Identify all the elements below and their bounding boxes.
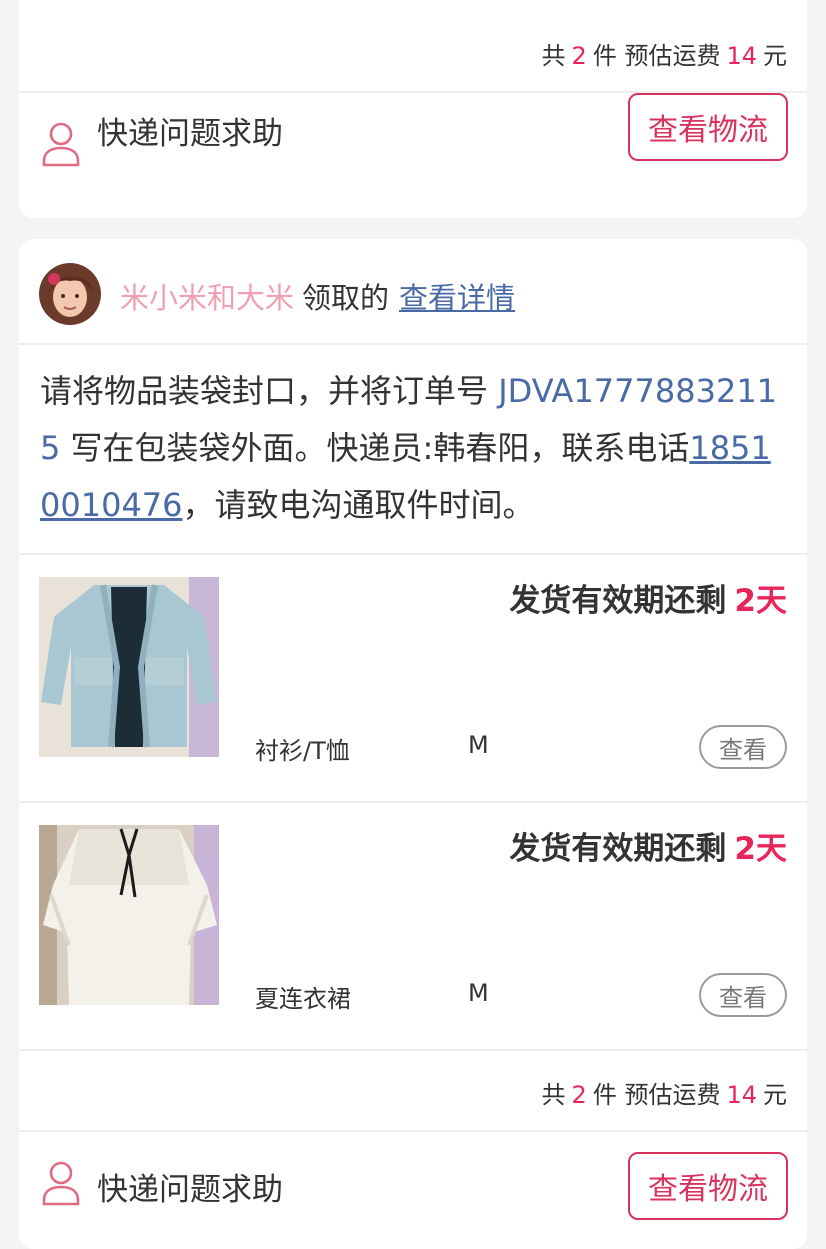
item-size: M (468, 731, 489, 759)
item-category: 衬衫/T恤 (255, 737, 350, 765)
summary-prefix: 共 (541, 42, 566, 70)
order-summary: 共2件 预估运费 14 元 (542, 36, 787, 71)
view-logistics-button[interactable]: 查看物流 (628, 93, 788, 161)
item-thumbnail[interactable] (39, 577, 219, 757)
summary-unit: 件 预估运费 (592, 42, 721, 70)
courier-help-row: 快递问题求助 查看物流 (19, 93, 807, 218)
deadline-label: 发货有效期还剩 (509, 831, 727, 867)
order-item: 发货有效期还剩 2天 夏连衣裙 M 查看 (19, 803, 807, 1049)
previous-order-card: 共2件 预估运费 14 元 快递问题求助 查看物流 (19, 0, 807, 218)
currency: 元 (763, 1081, 787, 1109)
avatar-icon (39, 263, 101, 325)
user-outline-icon (42, 122, 80, 167)
item-size: M (468, 979, 489, 1007)
order-item: 发货有效期还剩 2天 衬衫/T恤 M 查看 (19, 555, 807, 801)
view-item-button[interactable]: 查看 (699, 725, 787, 769)
shipping-fee: 14 (726, 1081, 757, 1109)
instruction-text: 写在包装袋外面。快递员:韩春阳，联系电话 (60, 429, 690, 467)
claimer-info: 米小米和大米 领取的 查看详情 (120, 275, 515, 317)
shipping-deadline: 发货有效期还剩 2天 (509, 575, 787, 620)
shipping-deadline: 发货有效期还剩 2天 (509, 823, 787, 868)
deadline-label: 发货有效期还剩 (509, 583, 727, 619)
cardigan-photo (39, 577, 219, 757)
divider (19, 343, 807, 345)
divider (19, 1049, 807, 1051)
shipping-fee: 14 (726, 42, 757, 70)
claimer-name: 米小米和大米 (120, 281, 295, 315)
summary-prefix: 共 (541, 1081, 566, 1109)
user-outline-icon (42, 1161, 80, 1206)
courier-help-link[interactable]: 快递问题求助 (97, 1164, 283, 1209)
order-card: 米小米和大米 领取的 查看详情 请将物品装袋封口，并将订单号 JDVA1777883… (19, 239, 807, 1249)
summary-unit: 件 预估运费 (592, 1081, 721, 1109)
view-logistics-button[interactable]: 查看物流 (628, 1152, 788, 1220)
courier-help-row: 快递问题求助 查看物流 (19, 1132, 807, 1249)
instruction-text: 请将物品装袋封口，并将订单号 (40, 372, 499, 410)
item-thumbnail[interactable] (39, 825, 219, 1005)
courier-help-link[interactable]: 快递问题求助 (97, 108, 283, 153)
claimer-row: 米小米和大米 领取的 查看详情 (19, 239, 807, 343)
dress-photo (39, 825, 219, 1005)
view-details-link[interactable]: 查看详情 (399, 281, 515, 315)
instruction-text: ，请致电沟通取件时间。 (182, 486, 535, 524)
days-remaining: 2天 (734, 583, 787, 619)
item-count: 2 (571, 42, 587, 70)
item-count: 2 (571, 1081, 587, 1109)
order-summary: 共2件 预估运费 14 元 (542, 1075, 787, 1110)
days-remaining: 2天 (734, 831, 787, 867)
item-category: 夏连衣裙 (255, 985, 351, 1013)
packing-instructions: 请将物品装袋封口，并将订单号 JDVA17778832115 写在包装袋外面。快… (40, 363, 790, 534)
currency: 元 (763, 42, 787, 70)
avatar[interactable] (39, 263, 101, 325)
view-item-button[interactable]: 查看 (699, 973, 787, 1017)
claimer-verb: 领取的 (302, 281, 390, 315)
